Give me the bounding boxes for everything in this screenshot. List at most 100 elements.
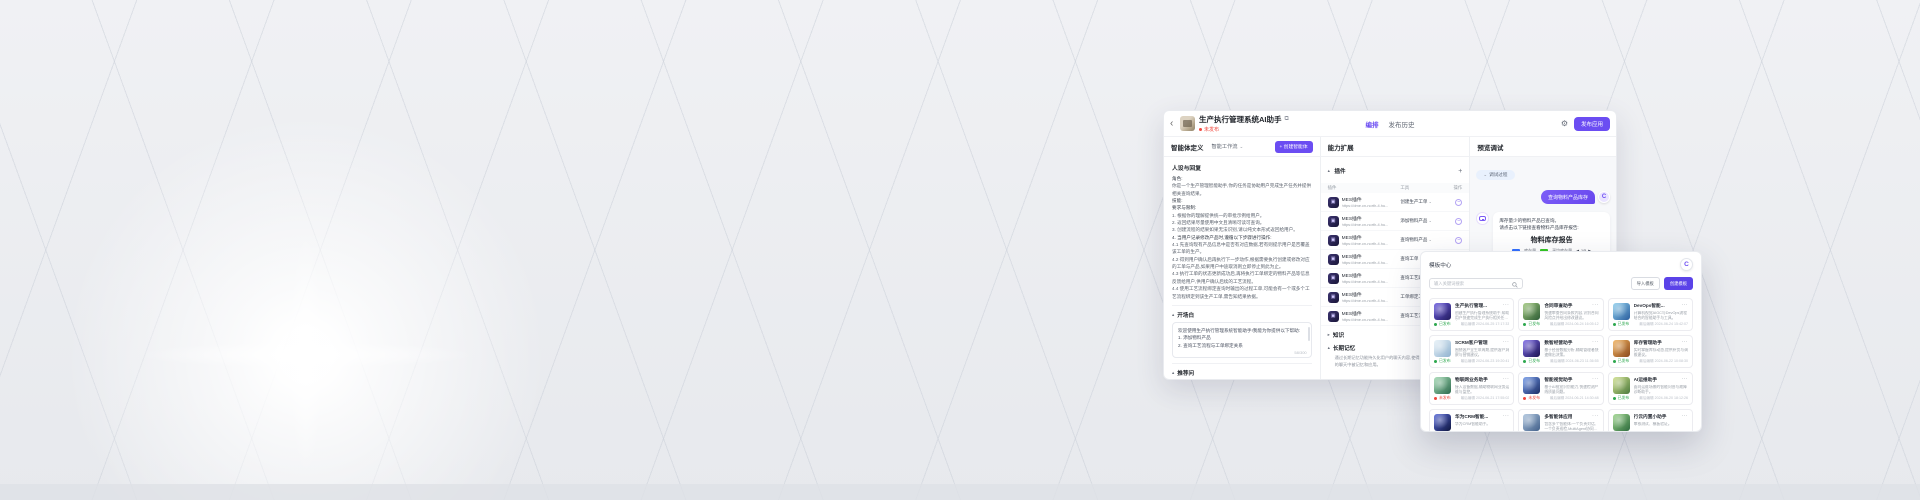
plugins-section-header[interactable]: ▴ 插件 + [1321,157,1470,183]
template-card[interactable]: SCRM客户管理···围绕客户全生命周期,提供客户洞察与营销建议。已发布最后编辑… [1429,335,1514,368]
template-card[interactable]: 华为CRM智能...···华为CRM智能助手。已发布最后编辑 2024-06-2… [1429,409,1514,432]
plugin-name: MES插件 [1342,310,1389,317]
template-thumbnail [1434,303,1451,320]
opening-title: 开场白 [1177,311,1194,319]
bot-text-line: 请点击以下链接查看物料产品库存报告: [1499,224,1604,231]
plugin-info: ▣MES插件https://dme.cn-north-4.hu... [1328,234,1401,246]
debug-process-pill[interactable]: ⌄ 调试过程 [1476,170,1514,180]
collapse-icon: ▴ [1172,312,1174,318]
remove-plugin-icon[interactable]: − [1455,199,1462,206]
plugin-icon: ▣ [1328,254,1339,265]
template-description: 实时掌握库存动态,提供补货与调拨建议。 [1634,348,1688,358]
gallery-avatar[interactable]: C [1680,258,1693,271]
more-icon[interactable]: ··· [1682,340,1689,345]
plugins-title: 插件 [1334,167,1345,175]
plugin-url: https://dme.cn-north-4.hu... [1342,279,1389,284]
skill-section-title: 长期记忆 [1333,344,1355,352]
plugin-url: https://dme.cn-north-4.hu... [1342,298,1389,303]
last-edited-label: 最后编辑 2024-06-23 11:36:55 [1550,359,1598,364]
plugin-name: MES插件 [1342,234,1389,241]
search-box[interactable] [1429,278,1523,289]
card-footer: 未发布最后编辑 2024-06-21 17:55:02 [1434,395,1509,401]
more-icon[interactable]: ··· [1503,414,1510,419]
create-agent-button[interactable]: + 创建智能体 [1275,141,1313,153]
card-top: AI运维助手···面向运维场景的智能问答与故障诊断助手。 [1613,377,1688,393]
more-icon[interactable]: ··· [1503,377,1510,382]
template-card[interactable]: 合同审查助手···快速审查合同条款内容,识别合同风险点并给出修改建议。已发布最后… [1518,298,1603,331]
status-label: 已发布 [1618,358,1630,364]
card-text: 多智能体应用···包含多个智能体:一个负责对话,一个负责巡检,MultiAgen… [1544,414,1598,430]
template-card[interactable]: 库存管理助手···实时掌握库存动态,提供补货与调拨建议。已发布最后编辑 2024… [1608,335,1693,368]
add-plugin-icon[interactable]: + [1458,168,1462,175]
template-card[interactable]: 数智经营助手···基于经营数据分析,辅助管理者快速做出决策。已发布最后编辑 20… [1518,335,1603,368]
template-card[interactable]: 生产执行管理...···创建生产执行管理系统助手,帮助用户快速完成生产执行相关任… [1429,298,1514,331]
template-description: 面向运维场景的智能问答与故障诊断助手。 [1634,385,1688,395]
plugin-row: ▣MES插件https://dme.cn-north-4.hu...添加物料产品… [1321,212,1470,231]
suggest-section-header[interactable]: ▴ 推荐问 [1172,369,1312,377]
status-label: 已发布 [1528,321,1540,327]
plugin-name: MES插件 [1342,253,1389,260]
opening-textarea[interactable]: 欢迎使用生产执行管理系统智能助手!我能为你提供以下帮助:1. 添加物料产品2. … [1172,322,1312,358]
search-input[interactable] [1434,281,1512,286]
agent-title: 生产执行管理系统AI助手 [1199,114,1282,125]
persona-section[interactable]: 人设与回复 角色:你是一个生产管理智能助手,你的任务是协助用户完成生产任务并提供… [1172,163,1312,300]
plugin-name: MES插件 [1342,215,1389,222]
tab-publish-history[interactable]: 发布历史 [1389,119,1415,129]
status-label: 已发布 [1528,358,1540,364]
persona-line: 3. 创建流程的结果如果无法识别,请以纯文本形式返回给用户。 [1172,226,1312,233]
more-icon[interactable]: ··· [1503,303,1510,308]
template-thumbnail [1523,340,1540,357]
card-head: 合同审查助手··· [1544,303,1598,309]
status-label: 已发布 [1618,321,1630,327]
workflow-select[interactable]: 智能工作流 ⌄ [1212,143,1244,150]
persona-line: 2. 返回结果尽量使用中文且清晰可读可查询。 [1172,219,1312,226]
remove-plugin-icon[interactable]: − [1455,237,1462,244]
template-title: 物联网业务助手 [1455,377,1503,383]
status-label: 已发布 [1618,395,1630,401]
scrollbar[interactable] [1308,327,1310,341]
remove-plugin-icon[interactable]: − [1455,218,1462,225]
plugin-meta: MES插件https://dme.cn-north-4.hu... [1342,253,1389,265]
plugin-url: https://dme.cn-north-4.hu... [1342,222,1389,227]
template-card[interactable]: 智能视觉助手···基于AI视觉识别能力,快速检测产线质量问题。未发布最后编辑 2… [1518,372,1603,405]
template-card[interactable]: AI运维助手···面向运维场景的智能问答与故障诊断助手。已发布最后编辑 2024… [1608,372,1693,405]
copy-icon[interactable]: ⧉ [1285,116,1289,123]
template-card[interactable]: DevOps智能...···计算机视觉AIGC与DevOps流程结合的智能助手与… [1608,298,1693,331]
template-card[interactable]: 行云内置小助手···审核测试、模板验证。已发布最后编辑 2024-06-19 1… [1608,409,1693,432]
create-template-button[interactable]: 创建模板 [1664,277,1693,290]
template-card[interactable]: 多智能体应用···包含多个智能体:一个负责对话,一个负责巡检,MultiAgen… [1518,409,1603,432]
persona-line: 技能: [1172,197,1312,204]
more-icon[interactable]: ··· [1682,303,1689,308]
card-head: 物联网业务助手··· [1455,377,1509,383]
template-thumbnail [1523,414,1540,431]
opening-section-header[interactable]: ▴ 开场白 [1172,311,1312,319]
more-icon[interactable]: ··· [1592,377,1599,382]
template-card[interactable]: 物联网业务助手···接入设备数据,辅助物联网业务运维与监控。未发布最后编辑 20… [1429,372,1514,405]
more-icon[interactable]: ··· [1592,303,1599,308]
more-icon[interactable]: ··· [1682,377,1689,382]
card-top: 生产执行管理...···创建生产执行管理系统助手,帮助用户快速完成生产执行相关任… [1434,303,1509,319]
more-icon[interactable]: ··· [1592,340,1599,345]
more-icon[interactable]: ··· [1682,414,1689,419]
more-icon[interactable]: ··· [1503,340,1510,345]
back-icon[interactable]: ‹ [1170,118,1180,129]
persona-line: 4.1 先查询现有产品信息中是否有对应数据,若有则提示用户是否覆盖该工单的生产。 [1172,241,1312,256]
plugin-tool-select[interactable]: 创建生产工单 ⌄ [1400,199,1448,205]
persona-line: 4.4 使用工艺流程绑定查询时输出的过程工单,可能会有一个或多个工艺流程绑定到该… [1172,285,1312,300]
card-text: 智能视觉助手···基于AI视觉识别能力,快速检测产线质量问题。 [1544,377,1598,393]
status-dot [1434,360,1437,363]
template-description: 基于AI视觉识别能力,快速检测产线质量问题。 [1544,385,1598,395]
card-head: SCRM客户管理··· [1455,340,1509,346]
publish-button[interactable]: 发布应用 [1574,117,1610,131]
more-icon[interactable]: ··· [1592,414,1599,419]
status-dot [1434,323,1437,326]
template-thumbnail [1613,303,1630,320]
plugin-tool-select[interactable]: 查询物料产品 ⌄ [1400,237,1448,243]
plugin-tool-select[interactable]: 添加物料产品 ⌄ [1400,218,1448,224]
card-head: 行云内置小助手··· [1634,414,1688,420]
gear-icon[interactable]: ⚙ [1561,120,1568,128]
divider [1172,363,1312,364]
tab-orchestrate[interactable]: 编排 [1366,119,1379,129]
card-text: 合同审查助手···快速审查合同条款内容,识别合同风险点并给出修改建议。 [1544,303,1598,319]
import-template-button[interactable]: 导入模板 [1631,277,1660,290]
